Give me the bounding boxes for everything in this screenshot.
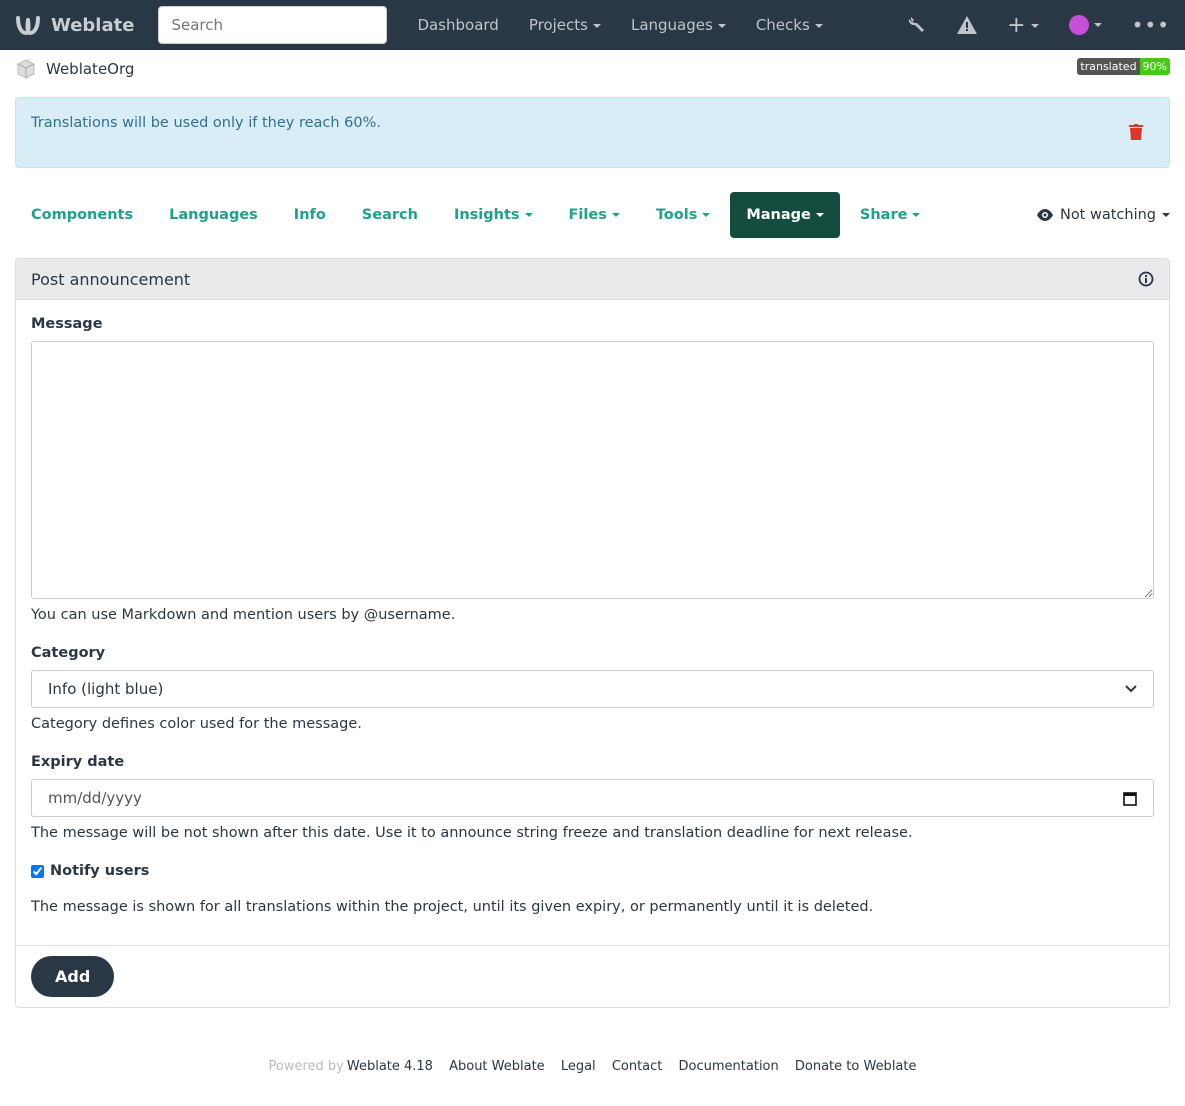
caret-down-icon	[717, 23, 726, 28]
badge-label: translated	[1077, 58, 1140, 75]
badge-value: 90%	[1139, 58, 1170, 75]
category-value: Info (light blue)	[48, 680, 164, 698]
tab-files[interactable]: Files	[553, 192, 636, 238]
watch-dropdown[interactable]: Not watching	[1036, 207, 1170, 223]
panel-title: Post announcement	[31, 269, 191, 289]
tab-search[interactable]: Search	[346, 192, 434, 238]
search-input[interactable]	[158, 6, 388, 44]
expiry-date-input[interactable]: mm/dd/yyyy	[31, 779, 1154, 817]
category-select[interactable]: Info (light blue)	[31, 670, 1154, 708]
trash-icon[interactable]	[1129, 124, 1143, 140]
brand-name: Weblate	[51, 14, 135, 36]
caret-down-icon	[592, 23, 601, 28]
nav-dashboard[interactable]: Dashboard	[402, 16, 513, 34]
expiry-help: The message will be not shown after this…	[31, 825, 913, 841]
chevron-down-icon	[1125, 685, 1137, 693]
tab-languages[interactable]: Languages	[153, 192, 274, 238]
announcement-panel: Post announcement Message You can use Ma…	[15, 258, 1170, 1008]
caret-down-icon	[524, 213, 533, 217]
project-tabs: Components Languages Info Search Insight…	[15, 192, 1170, 238]
avatar	[1068, 15, 1089, 35]
caret-down-icon	[912, 213, 921, 217]
tab-components[interactable]: Components	[15, 192, 149, 238]
caret-down-icon	[1030, 23, 1039, 28]
notify-users-checkbox[interactable]	[31, 864, 44, 878]
footer-link-contact[interactable]: Contact	[612, 1059, 663, 1074]
caret-down-icon	[702, 213, 711, 217]
warning-icon[interactable]	[957, 16, 978, 34]
tab-share[interactable]: Share	[844, 192, 937, 238]
user-menu[interactable]	[1068, 15, 1102, 35]
message-help: You can use Markdown and mention users b…	[31, 607, 456, 623]
caret-down-icon	[815, 213, 824, 217]
footer-link-legal[interactable]: Legal	[561, 1059, 596, 1074]
announcement-note: The message is shown for all translation…	[31, 899, 874, 915]
alert-text: Translations will be used only if they r…	[31, 115, 382, 131]
weblate-logo-icon	[16, 16, 40, 36]
tab-manage[interactable]: Manage	[730, 192, 840, 238]
nav-label: Projects	[528, 16, 588, 34]
more-icon[interactable]: •••	[1132, 13, 1170, 37]
nav-label: Languages	[630, 16, 713, 34]
caret-down-icon	[611, 213, 620, 217]
category-help: Category defines color used for the mess…	[31, 716, 362, 732]
tab-tools[interactable]: Tools	[640, 192, 727, 238]
caret-down-icon	[814, 23, 823, 28]
watch-label: Not watching	[1059, 207, 1156, 223]
brand-logo[interactable]: Weblate	[15, 14, 134, 36]
add-menu[interactable]: +	[1007, 13, 1039, 38]
footer-link-about[interactable]: About Weblate	[449, 1059, 545, 1074]
announcement-alert: Translations will be used only if they r…	[15, 97, 1170, 168]
tab-info[interactable]: Info	[278, 192, 342, 238]
category-label: Category	[31, 645, 106, 661]
powered-by: Powered by	[268, 1059, 344, 1074]
nav-projects[interactable]: Projects	[514, 16, 616, 34]
footer-link-weblate[interactable]: Weblate 4.18	[347, 1059, 433, 1074]
expiry-label: Expiry date	[31, 754, 125, 770]
notify-users-label: Notify users	[50, 863, 150, 879]
expiry-placeholder: mm/dd/yyyy	[48, 789, 142, 807]
info-icon[interactable]	[1138, 271, 1154, 287]
caret-down-icon	[1162, 213, 1170, 217]
nav-languages[interactable]: Languages	[616, 16, 741, 34]
tab-label: Manage	[746, 207, 811, 223]
message-label: Message	[31, 316, 103, 332]
nav-label: Checks	[755, 16, 810, 34]
eye-icon	[1036, 209, 1053, 221]
nav-checks[interactable]: Checks	[741, 16, 838, 34]
calendar-icon[interactable]	[1123, 791, 1137, 806]
caret-down-icon	[1093, 23, 1102, 27]
tab-insights[interactable]: Insights	[438, 192, 549, 238]
footer-link-documentation[interactable]: Documentation	[679, 1059, 779, 1074]
tab-label: Files	[568, 207, 607, 223]
breadcrumb-project[interactable]: WeblateOrg	[46, 60, 134, 78]
translation-badge[interactable]: translated 90%	[1077, 58, 1170, 75]
tab-label: Insights	[453, 207, 520, 223]
wrench-icon[interactable]	[907, 15, 927, 35]
footer-link-donate[interactable]: Donate to Weblate	[795, 1059, 917, 1074]
add-button[interactable]: Add	[31, 956, 115, 997]
tab-label: Share	[859, 207, 908, 223]
panel-header: Post announcement	[16, 259, 1169, 300]
breadcrumb: WeblateOrg	[0, 50, 1185, 88]
message-textarea[interactable]	[31, 341, 1154, 599]
tab-label: Tools	[655, 207, 698, 223]
navbar: Weblate Dashboard Projects Languages Che…	[0, 0, 1185, 50]
project-cube-icon	[17, 59, 35, 79]
footer: Powered by Weblate 4.18 About Weblate Leg…	[0, 1059, 1185, 1074]
